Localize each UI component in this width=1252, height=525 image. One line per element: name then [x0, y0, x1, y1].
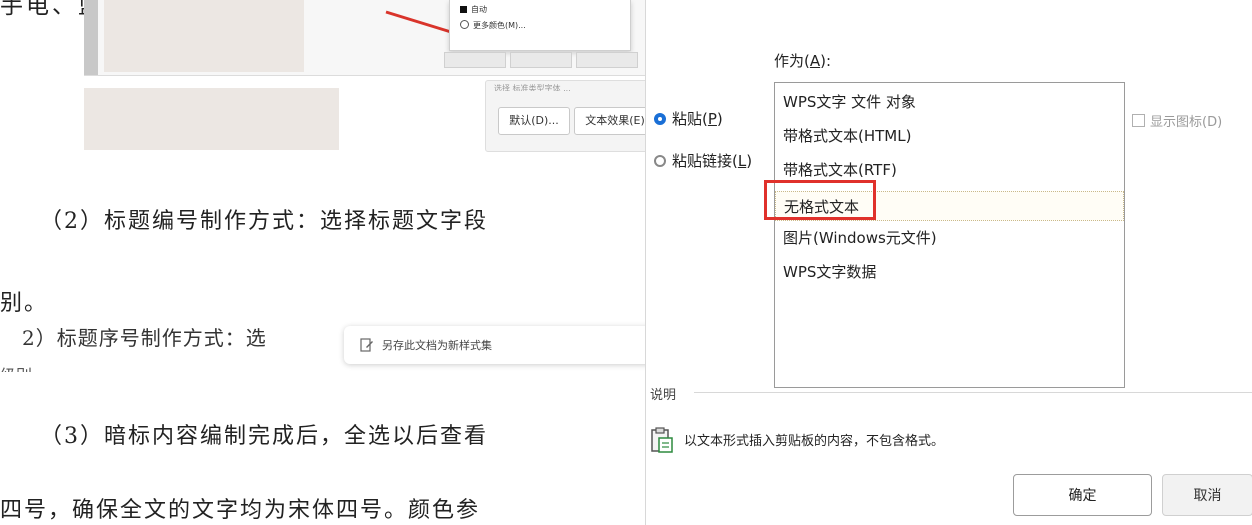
save-style-text: 另存此文档为新样式集: [382, 339, 492, 352]
red-highlight-box: [764, 180, 876, 220]
color-dropdown: 自动 更多颜色(M)...: [449, 0, 631, 51]
embedded-screenshot-font-dialog: 选择 标准类型字体 ... 默认(D)... 文本效果(E): [485, 80, 645, 152]
save-style-popup: 另存此文档为新样式集: [344, 326, 645, 364]
document-background: 手电、蓝色手表显示说，颜色为作图 自动 更多颜色(M)... 选择 标准类型字体…: [0, 0, 645, 525]
font-dialog-header: 选择 标准类型字体 ...: [494, 84, 571, 91]
paragraph-2-line-1: （2）标题编号制作方式：选择标题文字段: [40, 209, 488, 234]
paste-as-listbox[interactable]: WPS文字 文件 对象 带格式文本(HTML) 带格式文本(RTF) 无格式文本…: [774, 82, 1125, 388]
list-item[interactable]: WPS文字 文件 对象: [783, 91, 916, 112]
paragraph-3-line-2: 四号，确保全文的文字均为宋体四号。颜色参: [0, 498, 481, 523]
paragraph-2-line-2: 别。: [0, 291, 49, 316]
color-menu-item-auto: 自动: [460, 4, 487, 15]
paragraph-3-line-1: （3）暗标内容编制完成后，全选以后查看: [40, 424, 488, 449]
paste-radio[interactable]: 粘贴(P): [654, 108, 723, 129]
checkbox-icon[interactable]: [1132, 114, 1145, 127]
save-style-icon: [360, 338, 373, 352]
clipboard-icon: [651, 427, 673, 453]
paragraph-2-cut-text: 级别: [0, 362, 32, 372]
list-item[interactable]: 图片(Windows元文件): [783, 227, 937, 248]
embedded-screenshot-color-menu: 自动 更多颜色(M)...: [84, 0, 645, 76]
paragraph-2-small-screenshot: 2）标题序号制作方式：选: [22, 326, 267, 350]
as-label: 作为(A):: [774, 52, 832, 70]
list-item[interactable]: 带格式文本(HTML): [783, 125, 911, 146]
list-item[interactable]: 带格式文本(RTF): [783, 159, 897, 180]
paste-link-radio[interactable]: 粘贴链接(L): [654, 150, 752, 171]
description-label: 说明: [650, 388, 677, 403]
screenshot-button-row: [444, 52, 644, 70]
cancel-button[interactable]: 取消: [1162, 474, 1252, 516]
color-menu-item-more: 更多颜色(M)...: [460, 20, 526, 31]
radio-selected-icon[interactable]: [654, 112, 666, 125]
default-button: 默认(D)...: [498, 107, 570, 135]
ok-button[interactable]: 确定: [1013, 474, 1152, 516]
text-effect-button: 文本效果(E): [574, 107, 645, 135]
redacted-image-block: [84, 88, 339, 150]
show-icon-checkbox[interactable]: 显示图标(D): [1132, 111, 1222, 130]
description-divider: [694, 392, 1252, 393]
screenshot-side-panel: [84, 0, 98, 75]
list-item[interactable]: WPS文字数据: [783, 261, 876, 282]
description-text: 以文本形式插入剪贴板的内容，不包含格式。: [684, 434, 945, 449]
screenshot-redacted-block: [104, 0, 304, 72]
radio-unselected-icon[interactable]: [654, 154, 666, 167]
paste-special-dialog: 作为(A): 粘贴(P) 粘贴链接(L) WPS文字 文件 对象 带格式文本(H…: [645, 0, 1252, 525]
